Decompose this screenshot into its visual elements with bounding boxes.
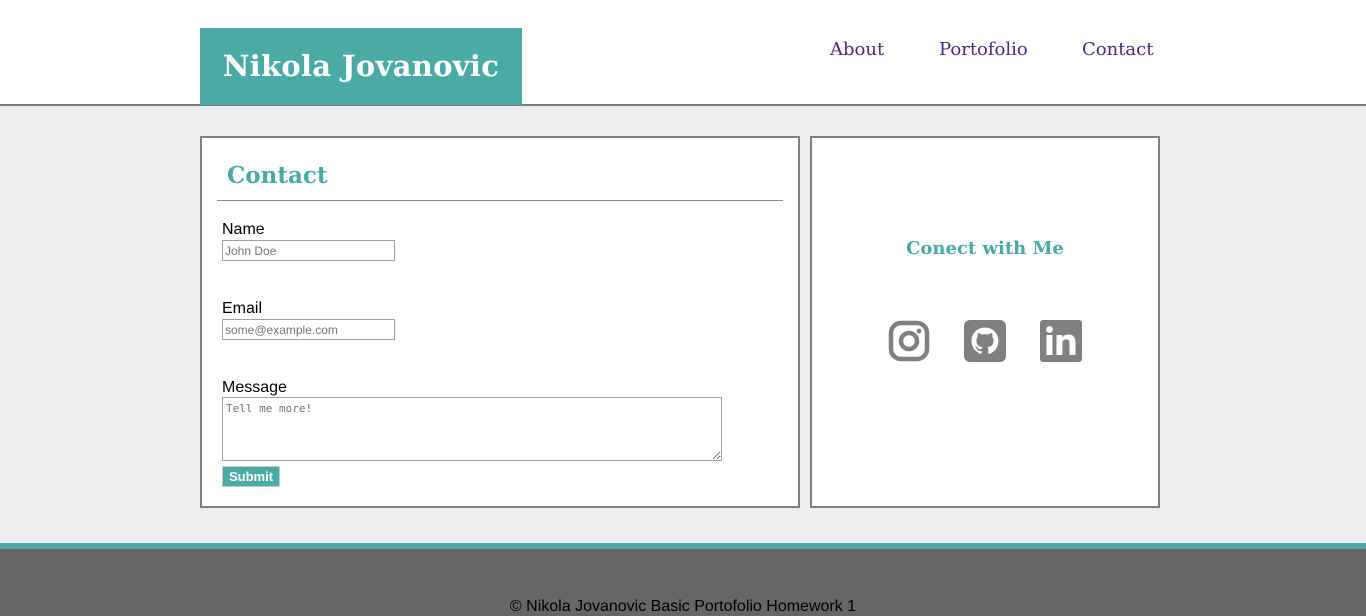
message-label: Message bbox=[222, 379, 287, 396]
instagram-link[interactable] bbox=[888, 320, 930, 362]
site-header: Nikola Jovanovic About Portofolio Contac… bbox=[0, 0, 1366, 106]
github-link[interactable] bbox=[964, 320, 1006, 362]
email-label: Email bbox=[222, 300, 263, 317]
nav-link-contact[interactable]: Contact bbox=[1082, 38, 1153, 62]
nav-link-portofolio[interactable]: Portofolio bbox=[939, 38, 1028, 62]
site-brand[interactable]: Nikola Jovanovic bbox=[200, 28, 522, 105]
connect-title: Conect with Me bbox=[906, 238, 1064, 259]
linkedin-icon bbox=[1040, 320, 1082, 362]
name-input[interactable] bbox=[222, 240, 395, 261]
contact-card: Contact Name Email Message Submit bbox=[200, 136, 800, 508]
email-input[interactable] bbox=[222, 319, 395, 340]
submit-button[interactable]: Submit bbox=[222, 466, 280, 487]
contact-title: Contact bbox=[227, 162, 328, 189]
site-footer: © Nikola Jovanovic Basic Portofolio Home… bbox=[0, 549, 1366, 616]
github-icon bbox=[964, 320, 1006, 362]
contact-divider bbox=[217, 200, 783, 201]
instagram-icon bbox=[888, 320, 930, 362]
linkedin-link[interactable] bbox=[1040, 320, 1082, 362]
connect-card: Conect with Me bbox=[810, 136, 1160, 508]
name-label: Name bbox=[222, 221, 265, 238]
message-textarea[interactable] bbox=[222, 397, 722, 461]
nav-link-about[interactable]: About bbox=[830, 38, 884, 62]
footer-copyright: © Nikola Jovanovic Basic Portofolio Home… bbox=[509, 598, 857, 615]
